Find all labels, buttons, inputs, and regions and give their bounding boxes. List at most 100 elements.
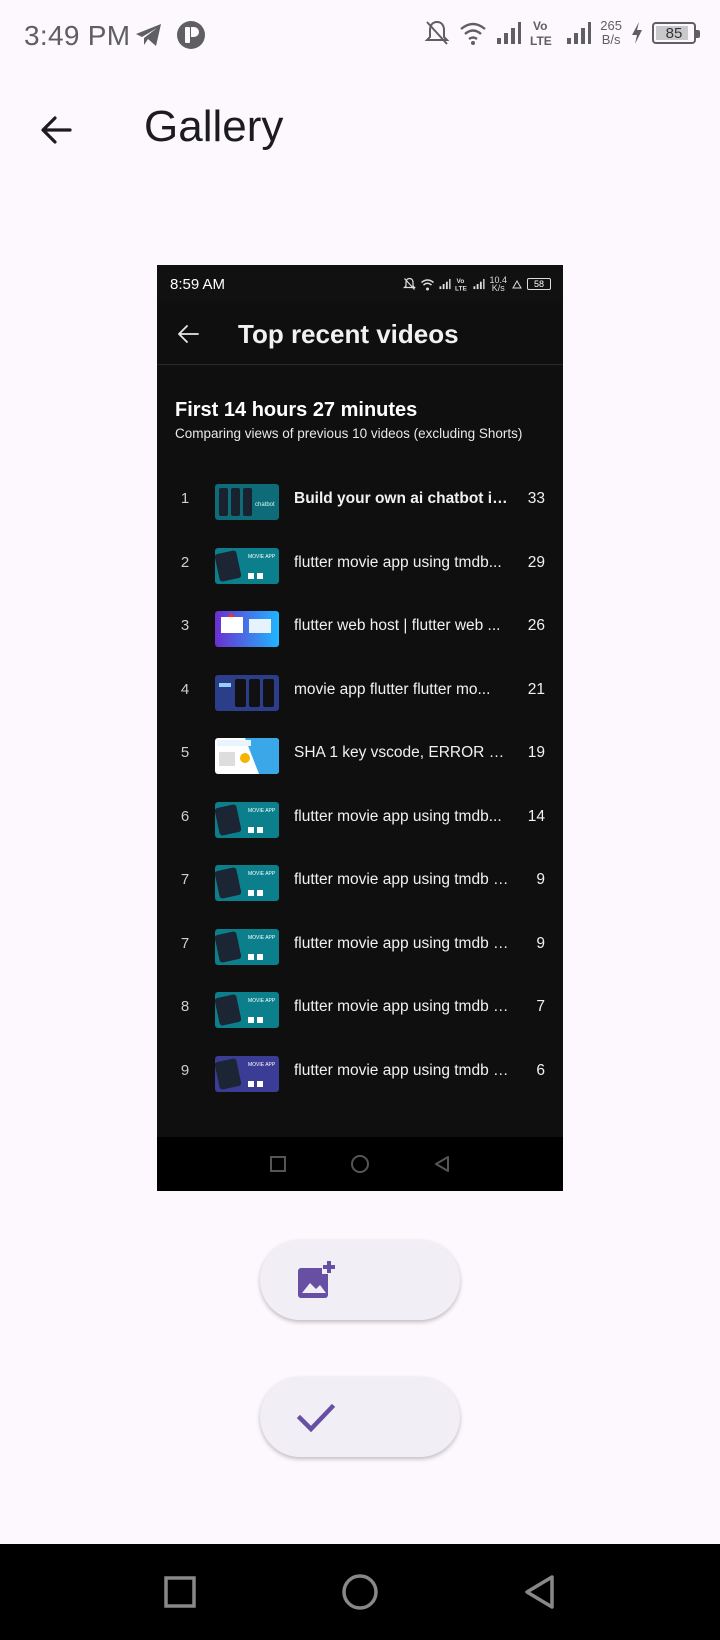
video-views: 19 [527,744,545,761]
square-icon [164,1576,196,1608]
signal-icon-2 [473,278,486,290]
video-views: 6 [536,1061,545,1079]
video-row: 1 chatbot Build your own ai chatbot in .… [157,468,563,532]
video-views: 9 [536,871,545,888]
video-title: flutter web host | flutter web ... [294,617,501,634]
volte-icon: VoLTE [455,278,467,292]
video-views: 21 [527,680,545,698]
video-thumbnail: MOVIE APP [215,865,279,901]
signal-icon-2 [567,22,592,44]
signal-icon [497,22,522,44]
alarm-icon [512,279,522,289]
video-thumbnail [215,611,279,647]
video-title: flutter movie app using tmdb a... [294,1061,510,1079]
circle-icon [350,1155,369,1173]
app-notification-icon [177,21,205,49]
page-title: Gallery [144,102,284,151]
volte-icon: Vo LTE [530,19,552,48]
preview-status-bar: 8:59 AM Vo LTE 10.4 K/s 58 [157,265,563,303]
preview-status-time: 8:59 AM [170,276,226,293]
preview-status-icons: Vo LTE 10.4 K/s 58 [403,276,551,293]
video-title: flutter movie app using tmdb a... [294,934,510,952]
wifi-icon [460,22,487,45]
svg-text:LTE: LTE [530,34,552,48]
status-notification-icons [134,20,206,50]
home-button[interactable] [340,1572,380,1612]
network-speed-unit: B/s [601,32,621,47]
video-rank: 4 [180,680,190,698]
video-rank: 6 [180,807,190,825]
back-button[interactable] [32,106,80,154]
triangle-back-icon [525,1575,554,1609]
selected-image-preview[interactable]: 8:59 AM Vo LTE 10.4 K/s 58 Top recent vid… [157,265,563,1191]
video-row: 8 MOVIE APP flutter movie app using tmdb… [157,976,563,1040]
video-views: 26 [527,617,545,634]
recents-button[interactable] [160,1572,200,1612]
video-row: 7 MOVIE APP flutter movie app using tmdb… [157,849,563,913]
video-views: 7 [536,998,545,1015]
svg-text:MOVIE APP: MOVIE APP [248,998,276,1004]
add-photo-icon [298,1260,336,1298]
video-title: SHA 1 key vscode, ERROR ge... [294,744,510,761]
preview-heading-block: First 14 hours 27 minutes Comparing view… [175,399,522,441]
svg-text:MOVIE APP: MOVIE APP [248,1062,276,1068]
video-title: flutter movie app using tmdb a... [294,998,510,1015]
status-bar: 3:49 PM Vo LTE 265 B/s 85 [0,0,720,72]
video-thumbnail: MOVIE APP [215,928,279,965]
network-speed-value: 265 [600,18,622,33]
check-icon [296,1403,336,1433]
square-icon [269,1156,286,1172]
preview-network-speed: 10.4 K/s [489,276,507,293]
video-title: flutter movie app using tmdb... [294,807,502,825]
video-row: 2 MOVIE APP flutter movie app using tmdb… [157,532,563,596]
video-row: 6 MOVIE APP flutter movie app using tmdb… [157,786,563,850]
system-nav-bar [0,1544,720,1640]
video-views: 14 [527,807,545,825]
video-rank: 7 [180,871,190,888]
video-rank: 2 [180,553,190,571]
network-speed: 265 B/s [600,19,622,47]
svg-text:Vo: Vo [533,19,547,33]
video-thumbnail: MOVIE APP [215,547,279,584]
wifi-icon [421,278,435,290]
video-rank: 5 [180,744,190,761]
video-rank: 8 [180,998,190,1015]
video-thumbnail: MOVIE APP [215,992,279,1028]
video-thumbnail: chatbot [215,484,279,520]
video-thumbnail: MOVIE APP [215,1055,279,1092]
back-nav-button[interactable] [520,1572,560,1612]
svg-text:MOVIE APP: MOVIE APP [248,935,276,941]
preview-network-speed-unit: K/s [491,283,505,293]
confirm-button[interactable] [260,1377,460,1457]
preview-battery-level: 58 [533,279,544,289]
signal-icon [439,278,452,290]
video-thumbnail: MOVIE APP [215,801,279,838]
video-title: Build your own ai chatbot in ... [294,490,510,507]
arrow-back-icon [41,116,72,144]
video-rank: 3 [180,617,190,634]
video-rank: 1 [180,490,190,507]
telegram-icon [136,24,161,46]
video-row: 9 MOVIE APP flutter movie app using tmdb… [157,1040,563,1104]
svg-text:MOVIE APP: MOVIE APP [248,554,276,560]
bell-off-icon [403,277,417,290]
video-thumbnail [215,674,279,711]
preview-app-bar: Top recent videos [157,303,563,365]
circle-icon [342,1574,378,1610]
video-title: movie app flutter flutter mo... [294,680,491,698]
preview-heading: First 14 hours 27 minutes [175,399,418,421]
charging-icon [632,22,642,44]
video-title: flutter movie app using tmdb... [294,553,502,571]
preview-battery: 58 [527,278,551,290]
svg-text:MOVIE APP: MOVIE APP [248,808,276,814]
video-views: 29 [527,553,545,571]
video-rank: 9 [180,1061,190,1079]
svg-text:Vo: Vo [457,278,465,285]
bell-off-icon [424,20,450,45]
video-title: flutter movie app using tmdb a... [294,871,510,888]
add-image-button[interactable] [260,1240,460,1320]
video-views: 9 [536,934,545,952]
svg-text:MOVIE APP: MOVIE APP [248,871,276,877]
video-row: 3 flutter web host | flutter web ... 26 [157,595,563,659]
video-list: 1 chatbot Build your own ai chatbot in .… [157,468,563,1103]
